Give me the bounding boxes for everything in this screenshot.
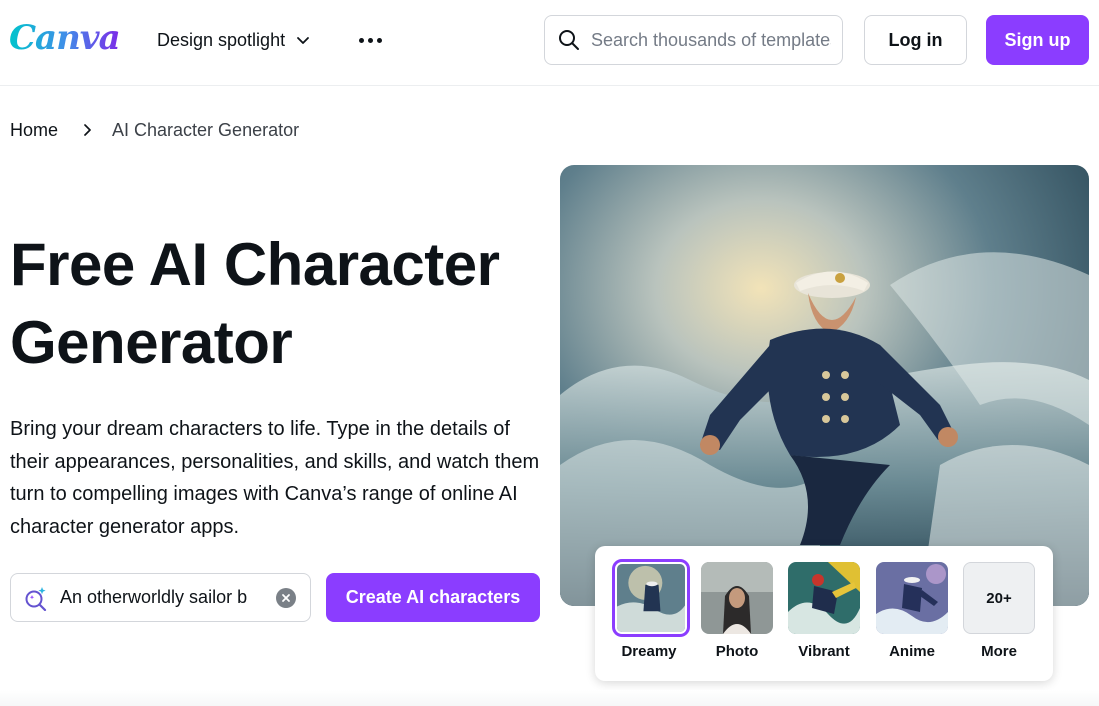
canva-logo[interactable]: Canva: [9, 18, 121, 58]
design-spotlight-menu[interactable]: Design spotlight: [157, 28, 311, 52]
prompt-field[interactable]: [10, 573, 311, 622]
style-label-vibrant: Vibrant: [798, 643, 850, 660]
search-input[interactable]: [591, 29, 831, 51]
top-header: Canva Design spotlight Log in Sign up: [0, 0, 1099, 86]
more-styles-badge: 20+: [963, 562, 1035, 634]
section-divider: [0, 690, 1099, 706]
login-button[interactable]: Log in: [864, 15, 967, 65]
breadcrumb-home-link[interactable]: Home: [10, 120, 58, 141]
hero-image: [560, 165, 1089, 606]
chevron-right-icon: [84, 124, 91, 136]
chevron-down-icon: [297, 37, 309, 44]
search-icon: [559, 30, 579, 50]
style-thumb-photo: [701, 562, 773, 634]
style-label-dreamy: Dreamy: [621, 643, 677, 660]
style-thumb-dreamy: [612, 559, 690, 637]
clear-icon[interactable]: [276, 588, 296, 608]
style-option-anime[interactable]: Anime: [875, 562, 949, 660]
search-box[interactable]: [544, 15, 843, 65]
breadcrumb-current: AI Character Generator: [112, 119, 300, 140]
signup-button[interactable]: Sign up: [986, 15, 1089, 65]
magic-search-icon: [25, 586, 47, 611]
style-option-photo[interactable]: Photo: [700, 562, 774, 660]
prompt-input[interactable]: [60, 587, 265, 608]
breadcrumb: Home AI Character Generator: [10, 118, 299, 142]
style-label-photo: Photo: [715, 643, 759, 660]
style-option-vibrant[interactable]: Vibrant: [787, 562, 861, 660]
design-spotlight-label: Design spotlight: [157, 29, 286, 50]
style-thumb-vibrant: [788, 562, 860, 634]
more-dots-icon[interactable]: [354, 28, 386, 52]
page-title: Free AI Character Generator: [10, 231, 500, 376]
style-thumb-anime: [876, 562, 948, 634]
style-option-more[interactable]: 20+ More: [962, 562, 1036, 660]
page-description: Bring your dream characters to life. Typ…: [10, 418, 540, 538]
style-picker: Dreamy Photo Vibrant Anime 20+ More: [595, 546, 1053, 681]
style-label-more: More: [981, 643, 1017, 660]
create-ai-characters-button[interactable]: Create AI characters: [326, 573, 540, 622]
style-label-anime: Anime: [889, 643, 935, 660]
style-option-dreamy[interactable]: Dreamy: [612, 559, 690, 660]
